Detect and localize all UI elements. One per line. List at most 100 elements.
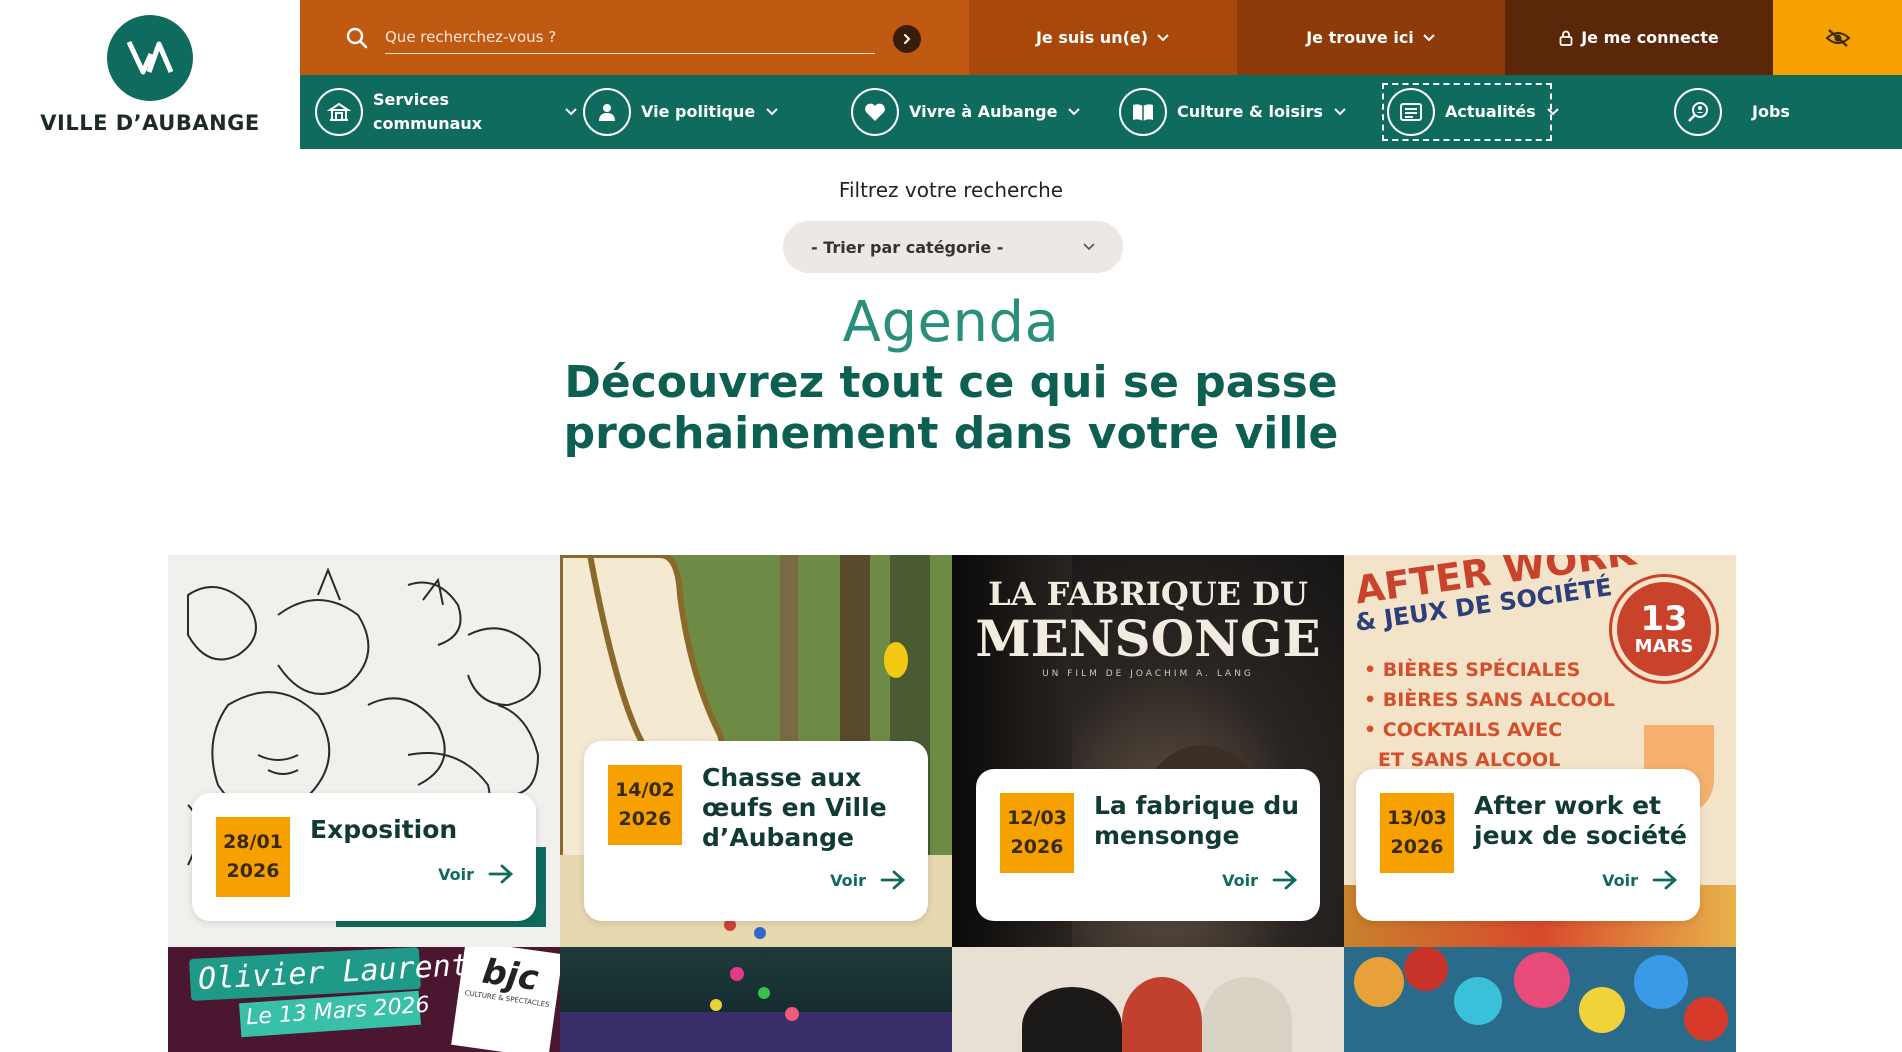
poster-date-badge: 13 MARS (1612, 577, 1716, 681)
search-icon (346, 27, 368, 49)
poster-artist-name: Olivier Laurent (197, 947, 470, 998)
voir-label: Voir (438, 864, 474, 884)
je-trouve-menu-button[interactable]: Je trouve ici (1237, 0, 1505, 75)
event-info-box: 13/03 2026 After work et jeux de société… (1356, 769, 1700, 921)
arrow-right-icon (880, 870, 906, 890)
newspaper-icon (1387, 88, 1435, 136)
event-card-after-work[interactable]: AFTER WORK & JEUX DE SOCIÉTÉ 13 MARS • B… (1344, 555, 1736, 947)
nav-services-label-1: Services (373, 90, 450, 109)
chevron-down-icon (1157, 33, 1169, 41)
poster-credit: UN FILM DE JOACHIM A. LANG (1042, 669, 1254, 679)
search-zone (300, 0, 969, 75)
category-select[interactable]: - Trier par catégorie - (783, 221, 1123, 273)
filter-label: Filtrez votre recherche (838, 178, 1064, 202)
nav-services-communaux[interactable]: Services communaux (315, 75, 578, 149)
event-card-exposition[interactable]: 28/01 2026 Exposition Voir (168, 555, 560, 947)
arrow-right-icon (488, 864, 514, 884)
lock-icon (1559, 30, 1573, 46)
event-voir-link[interactable]: Voir (830, 869, 906, 891)
event-title: After work et jeux de société (1474, 791, 1687, 851)
chevron-down-icon (1083, 243, 1095, 251)
event-card-night-event[interactable] (560, 947, 952, 1052)
event-voir-link[interactable]: Voir (1222, 869, 1298, 891)
poster-drink-item: • COCKTAILS AVEC (1364, 719, 1563, 741)
nav-vivre-aubange[interactable]: Vivre à Aubange (851, 75, 1081, 149)
event-card-theatre[interactable] (952, 947, 1344, 1052)
voir-label: Voir (1602, 870, 1638, 890)
event-title: Chasse aux œufs en Ville d’Aubange (702, 763, 887, 853)
event-title-line: Exposition (310, 815, 458, 844)
je-trouve-label: Je trouve ici (1306, 28, 1414, 47)
event-card-olivier-laurent[interactable]: Olivier Laurent Le 13 Mars 2026 bjc CULT… (168, 947, 560, 1052)
event-date-day: 14/02 (615, 779, 675, 801)
event-card-balloons[interactable] (1344, 947, 1736, 1052)
event-date-badge: 13/03 2026 (1380, 793, 1454, 873)
je-suis-label: Je suis un(e) (1035, 28, 1149, 47)
chevron-down-icon (766, 108, 778, 116)
nav-services-label-2: communaux (373, 114, 483, 133)
nav-vie-politique[interactable]: Vie politique (583, 75, 779, 149)
page-title: Agenda (842, 290, 1060, 355)
event-card-fabrique-mensonge[interactable]: LA FABRIQUE DU MENSONGE UN FILM DE JOACH… (952, 555, 1344, 947)
event-title-line: After work et (1474, 791, 1661, 820)
event-info-box: 28/01 2026 Exposition Voir (192, 793, 536, 921)
event-title-line: Chasse aux (702, 763, 862, 792)
event-date-day: 13/03 (1387, 807, 1447, 829)
chevron-down-icon (1546, 108, 1559, 116)
event-voir-link[interactable]: Voir (1602, 869, 1678, 891)
book-icon (1119, 88, 1167, 136)
poster-drink-item: • BIÈRES SPÉCIALES (1364, 659, 1581, 681)
poster-title-1: LA FABRIQUE DU (988, 575, 1308, 613)
logo-emblem-icon (107, 14, 193, 101)
login-button[interactable]: Je me connecte (1505, 0, 1773, 75)
event-date-year: 2026 (226, 860, 280, 882)
heart-icon (851, 88, 899, 136)
voir-label: Voir (1222, 870, 1258, 890)
logo-text: VILLE D’AUBANGE (40, 110, 260, 135)
je-suis-menu-button[interactable]: Je suis un(e) (969, 0, 1237, 75)
bjc-logo: bjc CULTURE & SPECTACLES (451, 947, 560, 1052)
event-title: Exposition (310, 815, 457, 845)
event-title-line: d’Aubange (702, 823, 854, 852)
page-subtitle: Découvrez tout ce qui se passe prochaine… (0, 357, 1902, 459)
login-label: Je me connecte (1581, 28, 1719, 47)
chevron-down-icon (1334, 108, 1346, 116)
poster-badge-month: MARS (1634, 635, 1694, 657)
search-submit-button[interactable] (893, 25, 921, 53)
nav-actualites-label: Actualités (1445, 102, 1536, 121)
nav-jobs-label: Jobs (1752, 102, 1790, 121)
chevron-down-icon (1068, 108, 1081, 116)
subtitle-line-1: Découvrez tout ce qui se passe (564, 357, 1338, 408)
arrow-right-icon (1652, 870, 1678, 890)
nav-jobs[interactable]: Jobs (1674, 75, 1790, 149)
event-date-badge: 28/01 2026 (216, 817, 290, 897)
event-info-box: 14/02 2026 Chasse aux œufs en Ville d’Au… (584, 741, 928, 921)
nav-actualites[interactable]: Actualités (1387, 75, 1560, 149)
event-title-line: mensonge (1094, 821, 1240, 850)
event-date-day: 28/01 (223, 831, 283, 853)
event-card-chasse-oeufs[interactable]: 14/02 2026 Chasse aux œufs en Ville d’Au… (560, 555, 952, 947)
person-icon (583, 88, 631, 136)
event-title-line: jeux de société (1474, 821, 1688, 850)
job-search-icon (1674, 88, 1722, 136)
event-date-year: 2026 (618, 808, 672, 830)
nav-culture-loisirs[interactable]: Culture & loisirs (1119, 75, 1347, 149)
event-info-box: 12/03 2026 La fabrique du mensonge Voir (976, 769, 1320, 921)
voir-label: Voir (830, 870, 866, 890)
event-voir-link[interactable]: Voir (438, 863, 514, 885)
category-select-value: - Trier par catégorie - (811, 237, 1004, 257)
accessibility-toggle-button[interactable] (1773, 0, 1902, 75)
poster-title-2: MENSONGE (975, 609, 1321, 668)
poster-drink-list: • BIÈRES SPÉCIALES • BIÈRES SANS ALCOOL … (1364, 655, 1615, 775)
event-title-line: La fabrique du (1094, 791, 1300, 820)
nav-vivre-label: Vivre à Aubange (909, 102, 1058, 121)
event-date-year: 2026 (1390, 836, 1444, 858)
top-bar: Je suis un(e) Je trouve ici Je me connec… (300, 0, 1902, 75)
town-hall-icon (315, 88, 363, 136)
search-input[interactable] (385, 20, 875, 54)
site-logo[interactable]: VILLE D’AUBANGE (0, 0, 300, 149)
event-date-badge: 14/02 2026 (608, 765, 682, 845)
event-date-badge: 12/03 2026 (1000, 793, 1074, 873)
subtitle-line-2: prochainement dans votre ville (563, 408, 1339, 459)
poster-drink-item: • BIÈRES SANS ALCOOL (1364, 689, 1615, 711)
